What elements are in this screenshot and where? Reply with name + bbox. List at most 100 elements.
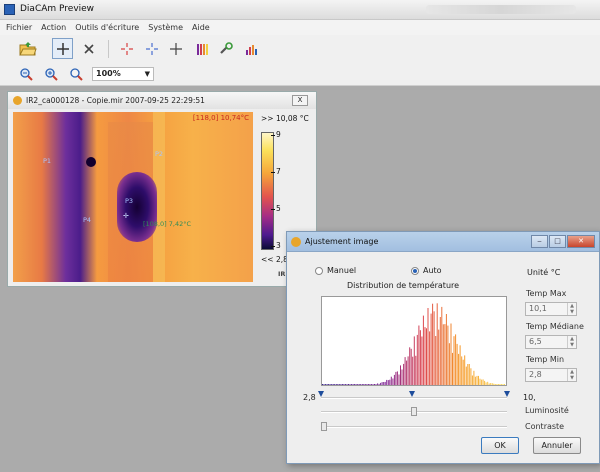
temp-max-field[interactable]: 10,1 ▲ ▼ [525,302,577,316]
histogram-bar [386,379,388,385]
unit-label: Unité °C [527,268,561,277]
crosshair-button[interactable] [167,40,185,58]
histogram-bar [504,384,505,385]
menu-aide[interactable]: Aide [192,23,210,32]
menu-action[interactable]: Action [41,23,66,32]
histogram-bar [476,375,478,385]
histogram-button[interactable] [242,40,260,58]
zoom-in-button[interactable] [43,66,59,82]
histogram-bar [487,381,489,385]
histogram-icon [246,45,257,55]
zoom-select[interactable]: 100% ▼ [92,67,154,81]
histogram-bar [372,384,374,385]
luminosity-slider-thumb[interactable] [411,407,417,416]
minimize-button[interactable]: ‒ [531,235,548,248]
histogram-bar [462,359,464,385]
histogram-bar [338,384,340,385]
histogram-bar [430,313,432,385]
histogram-bar [406,360,408,385]
histogram-bar [474,376,476,385]
temp-min-value: 2,8 [529,370,542,379]
histogram-bar [332,384,334,385]
mode-auto-option[interactable]: Auto [411,266,442,275]
palette-button[interactable] [194,40,212,58]
mode-manual-radio[interactable] [315,266,323,275]
zoom-out-button[interactable] [18,66,34,82]
histogram-bar [395,371,397,385]
histogram-bar [444,324,446,385]
histogram-bar [328,384,330,385]
open-folder-button[interactable] [18,39,38,59]
histogram-bar [468,364,470,385]
image-window: IR2_ca000128 - Copie.mir 2007-09-25 22:2… [7,91,317,287]
histogram-bar [392,378,394,385]
histogram-bar [459,345,461,385]
histogram-bar [358,384,360,385]
histogram-bar [349,384,351,385]
range-min-marker-icon[interactable] [318,391,324,397]
point-label-p3: P3 [125,197,134,205]
histogram-bar [496,384,498,385]
scale-tick-5: 5 [271,204,281,213]
range-slider[interactable] [318,391,510,399]
contrast-slider-thumb[interactable] [321,422,327,431]
luminosity-slider[interactable] [321,407,507,416]
histogram-bar [396,371,398,385]
histogram-bar [335,384,337,385]
histogram-bar [439,317,441,385]
tools-button[interactable] [218,40,236,58]
histogram-bar [465,366,467,385]
menu-systeme[interactable]: Système [148,23,183,32]
histogram-bar [448,343,450,385]
temp-min-spinner-icon[interactable]: ▲ ▼ [567,369,576,381]
red-marker-button[interactable] [118,40,136,58]
histogram-bar [424,327,426,385]
temp-max-label: Temp Max [526,289,567,298]
cancel-button[interactable]: Annuler [533,437,581,454]
image-window-icon [13,96,22,105]
mode-auto-radio[interactable] [411,266,419,275]
histogram-bar [387,380,389,385]
temp-median-field[interactable]: 6,5 ▲ ▼ [525,335,577,349]
ok-button[interactable]: OK [481,437,519,454]
histogram-bar [482,379,484,385]
histogram-bar [429,331,431,385]
window-controls: ‒ □ ✕ [530,235,595,248]
temp-max-spinner-icon[interactable]: ▲ ▼ [567,303,576,315]
median-marker-icon[interactable] [409,391,415,397]
delete-button[interactable] [80,40,98,58]
histogram-bar [416,334,418,385]
menu-fichier[interactable]: Fichier [6,23,32,32]
histogram-bar [401,369,403,385]
histogram-bar [367,384,369,385]
histogram-bar [354,384,356,385]
contrast-slider[interactable] [321,422,507,431]
range-max-label: 10, [523,393,536,402]
maximize-button[interactable]: □ [549,235,566,248]
histogram-bar [436,303,438,385]
histogram-bar [375,384,377,385]
menu-outils[interactable]: Outils d'écriture [75,23,139,32]
blue-marker-button[interactable] [143,40,161,58]
histogram-bar [471,375,473,385]
zoom-fit-icon [69,67,83,81]
range-max-marker-icon[interactable] [504,391,510,397]
temp-min-field[interactable]: 2,8 ▲ ▼ [525,368,577,382]
image-window-close-button[interactable]: X [292,95,308,106]
add-point-button[interactable] [52,38,73,59]
histogram-bar [422,315,424,385]
histogram-bar [493,383,495,385]
delete-x-icon [84,44,94,54]
distribution-label: Distribution de température [347,281,460,290]
zoom-toolbar: 100% ▼ [0,62,600,86]
mode-manual-option[interactable]: Manuel [315,266,356,275]
thermal-image[interactable]: [118,0] 10,74°C P1 P2 P3 P4 ✛ [108,0] 7,… [13,112,253,282]
plus-cursor-icon [56,42,69,55]
zoom-fit-button[interactable] [68,66,84,82]
histogram-bar [461,356,463,385]
image-window-titlebar[interactable]: IR2_ca000128 - Copie.mir 2007-09-25 22:2… [8,92,316,109]
dialog-titlebar[interactable]: Ajustement image ‒ □ ✕ [287,232,599,252]
histogram-bar [450,323,452,385]
temp-median-spinner-icon[interactable]: ▲ ▼ [567,336,576,348]
close-button[interactable]: ✕ [567,235,595,248]
